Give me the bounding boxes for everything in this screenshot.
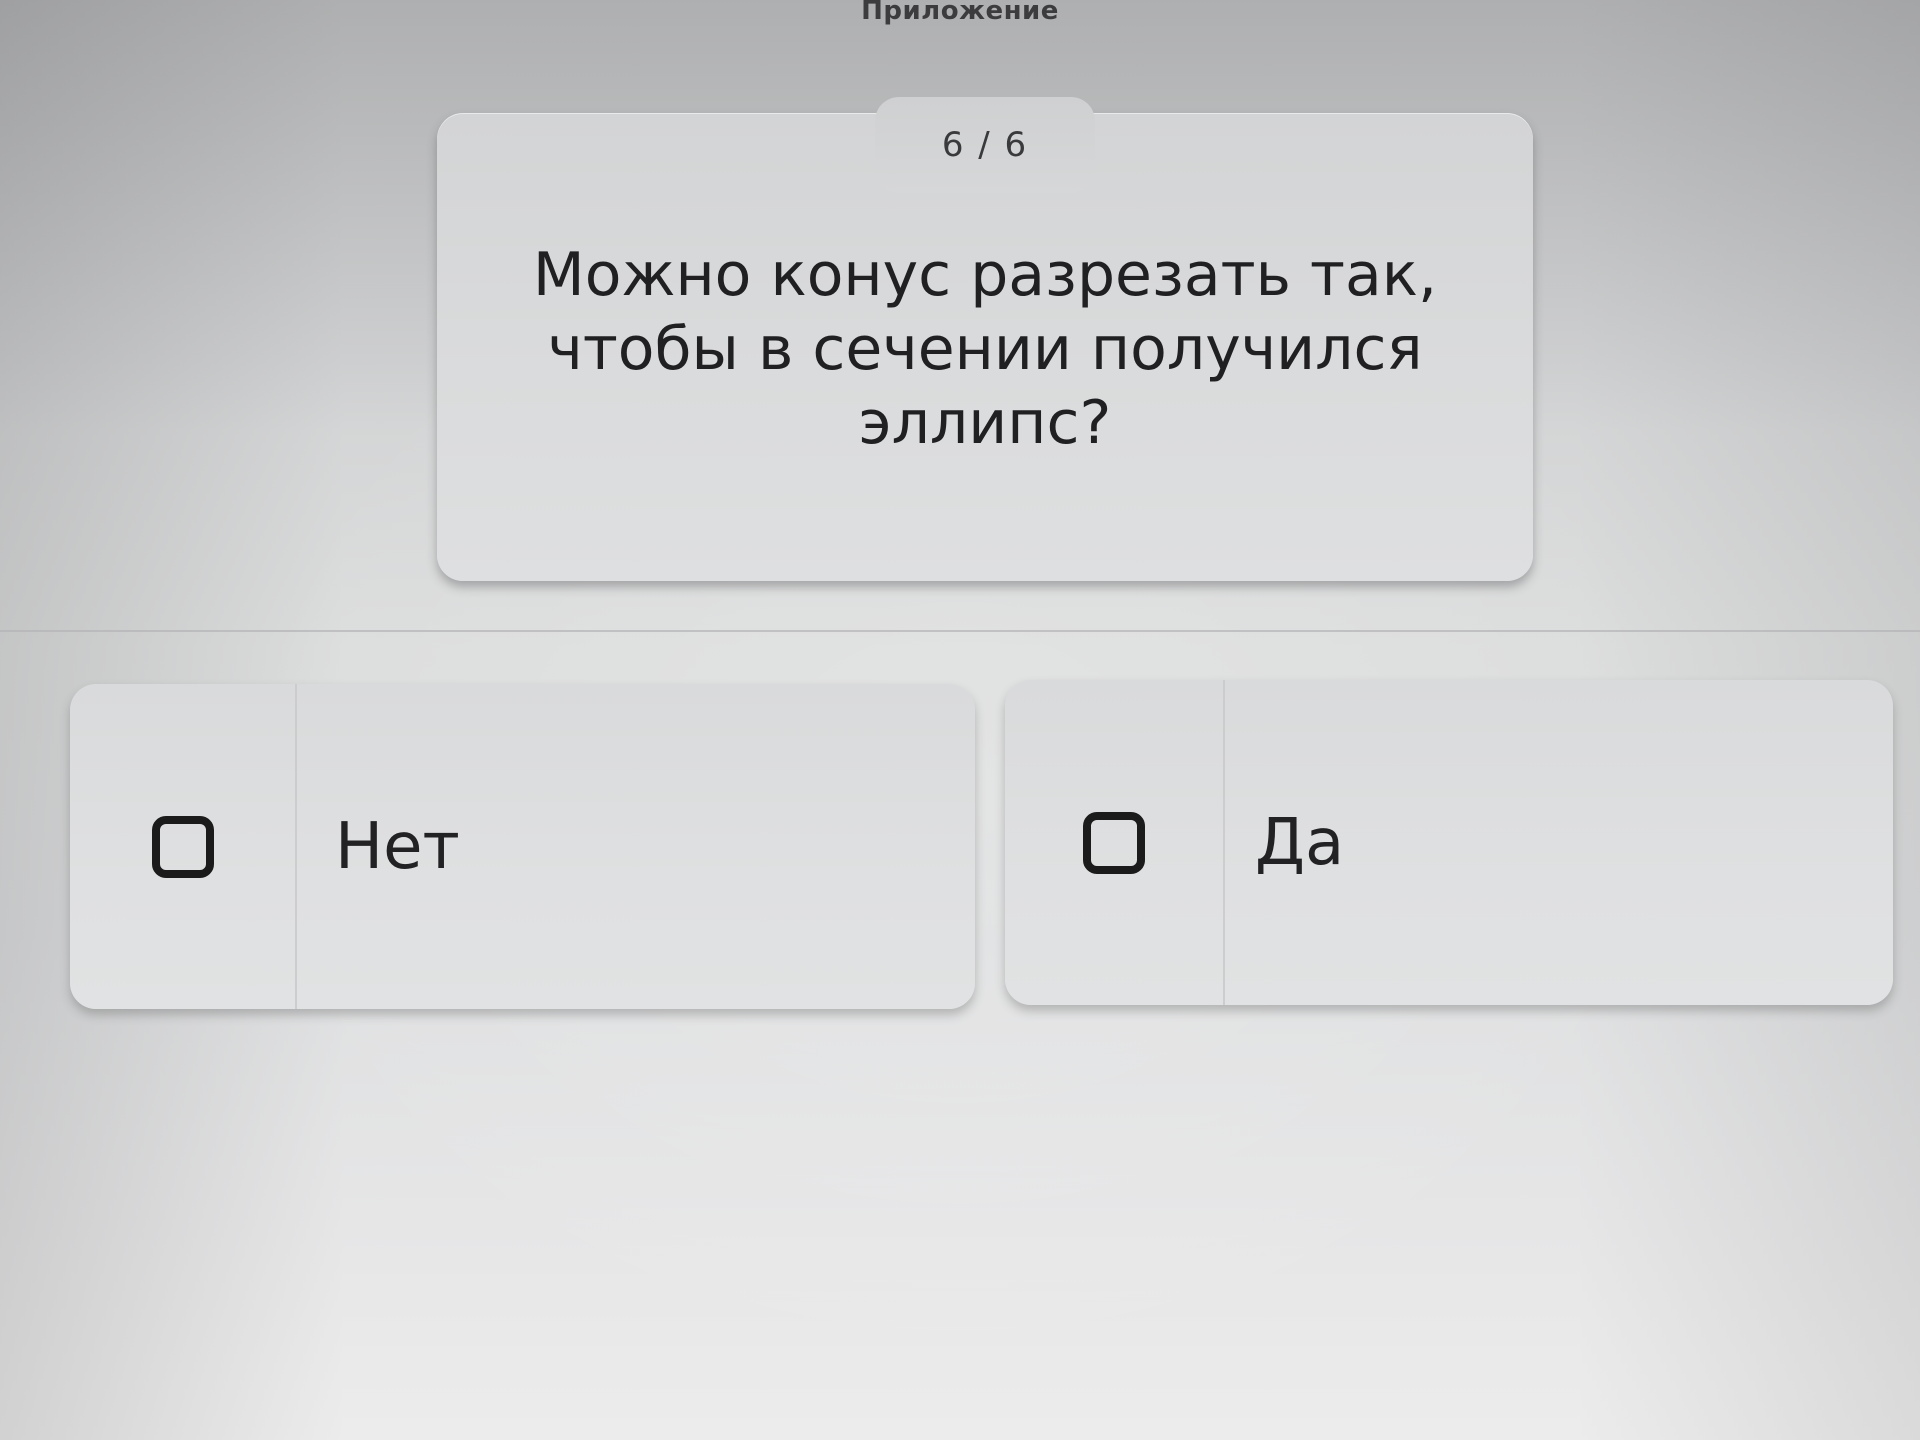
checkbox-empty-icon[interactable] [1083, 811, 1145, 874]
answer-checkbox-cell[interactable] [1005, 680, 1225, 1005]
app-title: Приложение [861, 0, 1059, 26]
section-divider [0, 630, 1920, 632]
question-counter: 6 / 6 [875, 97, 1095, 193]
answer-label: Да [1255, 805, 1345, 880]
question-card: 6 / 6 Можно конус разрезать так, чтобы в… [437, 97, 1533, 581]
question-text: Можно конус разрезать так, чтобы в сечен… [532, 240, 1438, 458]
answer-option-yes[interactable]: Да [1005, 680, 1893, 1005]
answer-option-no[interactable]: Нет [70, 684, 975, 1009]
checkbox-empty-icon[interactable] [151, 815, 214, 878]
answer-label: Нет [335, 809, 460, 884]
answer-checkbox-cell[interactable] [70, 684, 297, 1009]
